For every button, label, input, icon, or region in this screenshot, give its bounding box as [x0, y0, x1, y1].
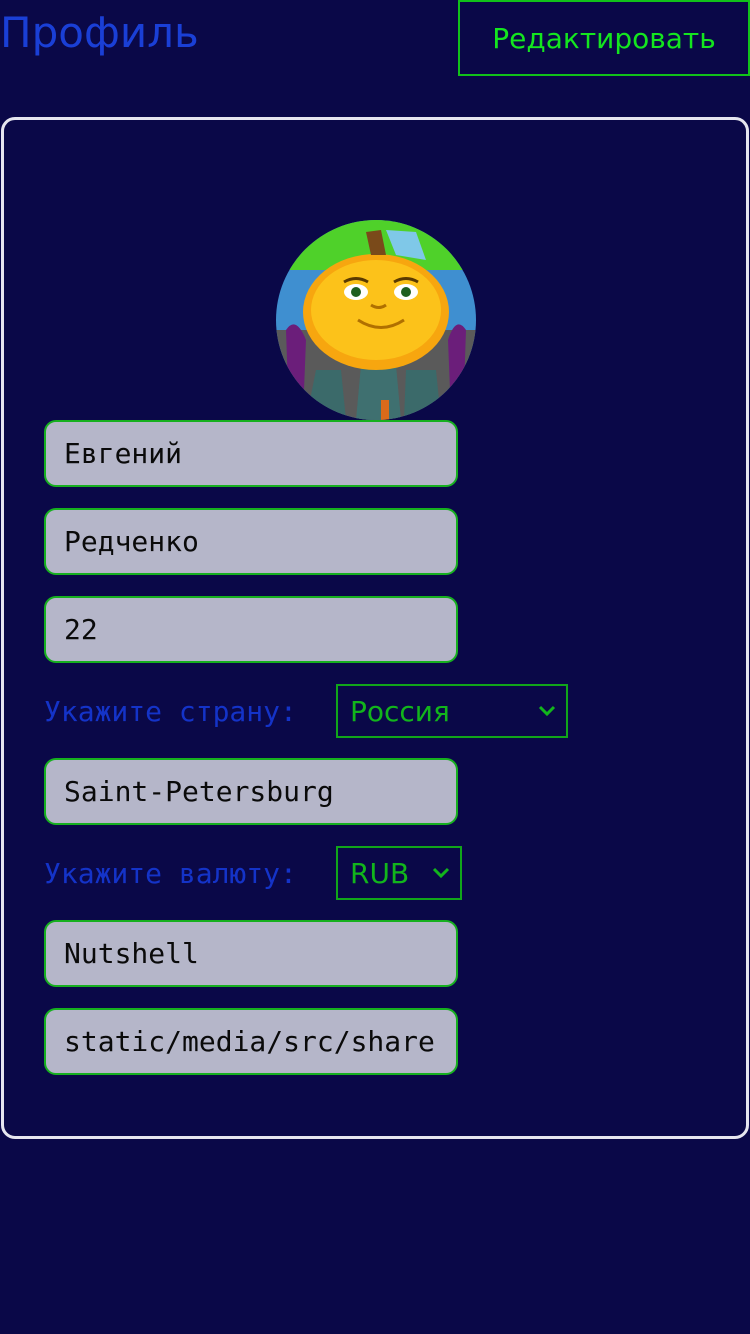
last-name-field[interactable]: Редченко — [44, 508, 458, 575]
currency-label: Укажите валюту: — [44, 857, 297, 890]
first-name-field[interactable]: Евгений — [44, 420, 458, 487]
chevron-down-icon — [538, 705, 556, 717]
page-title: Профиль — [0, 8, 199, 57]
currency-select-value: RUB — [350, 856, 410, 890]
edit-button[interactable]: Редактировать — [458, 0, 750, 76]
country-label: Укажите страну: — [44, 695, 297, 728]
currency-select[interactable]: RUB — [336, 846, 462, 900]
pumpkin-character-avatar-icon — [276, 220, 476, 420]
country-select-value: Россия — [350, 694, 450, 728]
country-select[interactable]: Россия — [336, 684, 568, 738]
nickname-field[interactable]: Nutshell — [44, 920, 458, 987]
chevron-down-icon — [432, 867, 450, 879]
age-field[interactable]: 22 — [44, 596, 458, 663]
city-field[interactable]: Saint-Petersburg — [44, 758, 458, 825]
avatar — [276, 220, 476, 420]
avatar-path-field[interactable]: static/media/src/share — [44, 1008, 458, 1075]
